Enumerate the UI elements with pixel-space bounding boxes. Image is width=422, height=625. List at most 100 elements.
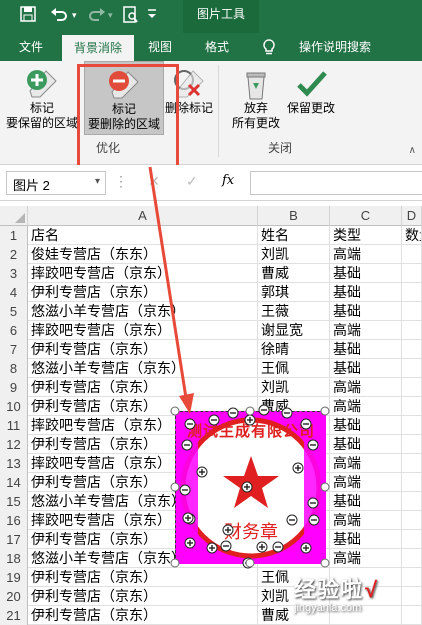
cell-person-name[interactable]: 曹威 bbox=[258, 264, 330, 283]
row-number[interactable]: 18 bbox=[0, 549, 28, 568]
cell-person-name[interactable]: 王薇 bbox=[258, 302, 330, 321]
row-number[interactable]: 7 bbox=[0, 340, 28, 359]
cell-quantity[interactable] bbox=[402, 264, 422, 283]
save-icon[interactable] bbox=[20, 6, 36, 25]
column-header-a[interactable]: A bbox=[28, 206, 258, 226]
cell-store-name[interactable]: 伊利专营店（京东） bbox=[28, 378, 258, 397]
cell-quantity[interactable] bbox=[402, 340, 422, 359]
cell-store-name[interactable]: 俊娃专营店（东东） bbox=[28, 245, 258, 264]
cell-type[interactable]: 基础 bbox=[330, 435, 402, 454]
undo-dropdown-icon[interactable]: ▾ bbox=[72, 10, 77, 21]
cell-quantity[interactable] bbox=[402, 416, 422, 435]
print-preview-icon[interactable] bbox=[123, 6, 139, 27]
row-number[interactable]: 6 bbox=[0, 321, 28, 340]
row-number[interactable]: 8 bbox=[0, 359, 28, 378]
column-header-c[interactable]: C bbox=[330, 206, 402, 226]
cell-store-name[interactable]: 店名 bbox=[28, 226, 258, 245]
cell-type[interactable]: 基础 bbox=[330, 530, 402, 549]
cell-person-name[interactable]: 郭琪 bbox=[258, 283, 330, 302]
cell-store-name[interactable]: 伊利专营店（京东） bbox=[28, 587, 258, 606]
row-number[interactable]: 3 bbox=[0, 264, 28, 283]
redo-dropdown-icon[interactable]: ▾ bbox=[108, 10, 113, 21]
cell-type[interactable]: 基础 bbox=[330, 340, 402, 359]
cell-quantity[interactable] bbox=[402, 473, 422, 492]
cell-store-name[interactable]: 摔跤吧专营店（京东） bbox=[28, 264, 258, 283]
name-box-dropdown-icon[interactable]: ▾ bbox=[95, 176, 100, 187]
customize-toolbar-icon[interactable] bbox=[147, 6, 157, 23]
cell-quantity[interactable] bbox=[402, 435, 422, 454]
cell-store-name[interactable]: 摔跤吧专营店（京东） bbox=[28, 321, 258, 340]
column-header-d[interactable]: D bbox=[402, 206, 422, 226]
cell-quantity[interactable] bbox=[402, 511, 422, 530]
row-number[interactable]: 11 bbox=[0, 416, 28, 435]
cell-type[interactable]: 高端 bbox=[330, 321, 402, 340]
row-number[interactable]: 19 bbox=[0, 568, 28, 587]
cell-type[interactable]: 高端 bbox=[330, 511, 402, 530]
cell-quantity[interactable] bbox=[402, 397, 422, 416]
cell-person-name[interactable]: 刘凯 bbox=[258, 245, 330, 264]
tell-me-search[interactable]: 操作说明搜索 bbox=[286, 33, 384, 61]
tab-remove-background[interactable]: 背景消除 bbox=[62, 35, 134, 61]
cell-type[interactable]: 基础 bbox=[330, 492, 402, 511]
cell-type[interactable]: 基础 bbox=[330, 416, 402, 435]
cell-person-name[interactable]: 刘凯 bbox=[258, 378, 330, 397]
cell-store-name[interactable]: 伊利专营店（京东） bbox=[28, 568, 258, 587]
row-number[interactable]: 10 bbox=[0, 397, 28, 416]
cell-quantity[interactable] bbox=[402, 454, 422, 473]
tab-view[interactable]: 视图 bbox=[138, 33, 182, 61]
collapse-ribbon-icon[interactable]: ∧ bbox=[409, 145, 416, 156]
cell-quantity[interactable] bbox=[402, 492, 422, 511]
cell-type[interactable]: 基础 bbox=[330, 302, 402, 321]
tab-format[interactable]: 格式 bbox=[192, 33, 242, 61]
row-number[interactable]: 16 bbox=[0, 511, 28, 530]
cell-quantity[interactable]: 数量 bbox=[402, 226, 422, 245]
row-number[interactable]: 5 bbox=[0, 302, 28, 321]
cell-store-name[interactable]: 悠滋小羊专营店（京东） bbox=[28, 302, 258, 321]
row-number[interactable]: 17 bbox=[0, 530, 28, 549]
column-header-b[interactable]: B bbox=[258, 206, 330, 226]
cell-quantity[interactable] bbox=[402, 302, 422, 321]
cell-type[interactable]: 基础 bbox=[330, 283, 402, 302]
cell-type[interactable]: 基础 bbox=[330, 359, 402, 378]
cell-type[interactable]: 基础 bbox=[330, 264, 402, 283]
cell-store-name[interactable]: 伊利专营店（京东） bbox=[28, 606, 258, 625]
undo-icon[interactable] bbox=[50, 6, 68, 25]
formula-input[interactable] bbox=[250, 171, 422, 195]
cell-quantity[interactable] bbox=[402, 359, 422, 378]
discard-all-changes-button[interactable]: 放弃 所有更改 bbox=[224, 61, 288, 131]
cell-quantity[interactable] bbox=[402, 530, 422, 549]
row-number[interactable]: 13 bbox=[0, 454, 28, 473]
cell-type[interactable]: 类型 bbox=[330, 226, 402, 245]
row-number[interactable]: 15 bbox=[0, 492, 28, 511]
row-number[interactable]: 9 bbox=[0, 378, 28, 397]
cancel-entry-icon[interactable]: ✕ bbox=[148, 173, 160, 190]
cell-store-name[interactable]: 悠滋小羊专营店（京东） bbox=[28, 359, 258, 378]
cell-person-name[interactable]: 姓名 bbox=[258, 226, 330, 245]
cell-store-name[interactable]: 伊利专营店（京东） bbox=[28, 340, 258, 359]
row-number[interactable]: 21 bbox=[0, 606, 28, 625]
stamp-picture[interactable]: 测试生成有限公司 财务章 bbox=[175, 411, 326, 564]
cell-quantity[interactable] bbox=[402, 549, 422, 568]
insert-function-icon[interactable]: fx bbox=[222, 173, 234, 188]
redo-icon[interactable] bbox=[88, 6, 106, 25]
cell-quantity[interactable] bbox=[402, 283, 422, 302]
row-number[interactable]: 20 bbox=[0, 587, 28, 606]
name-box[interactable]: 图片 2 ▾ bbox=[6, 171, 106, 195]
keep-changes-button[interactable]: 保留更改 bbox=[284, 61, 338, 116]
cell-store-name[interactable]: 伊利专营店（京东） bbox=[28, 283, 258, 302]
cell-person-name[interactable]: 徐晴 bbox=[258, 340, 330, 359]
row-number[interactable]: 4 bbox=[0, 283, 28, 302]
cell-quantity[interactable] bbox=[402, 321, 422, 340]
tab-file[interactable]: 文件 bbox=[6, 33, 56, 61]
row-number[interactable]: 12 bbox=[0, 435, 28, 454]
select-all-corner[interactable] bbox=[0, 206, 28, 226]
cell-type[interactable]: 高端 bbox=[330, 397, 402, 416]
row-number[interactable]: 2 bbox=[0, 245, 28, 264]
cell-quantity[interactable] bbox=[402, 245, 422, 264]
cell-type[interactable]: 高端 bbox=[330, 549, 402, 568]
row-number[interactable]: 1 bbox=[0, 226, 28, 245]
mark-areas-to-keep-button[interactable]: 标记 要保留的区域 bbox=[4, 61, 80, 131]
cell-quantity[interactable] bbox=[402, 378, 422, 397]
cell-person-name[interactable]: 谢显宽 bbox=[258, 321, 330, 340]
cell-type[interactable]: 高端 bbox=[330, 473, 402, 492]
